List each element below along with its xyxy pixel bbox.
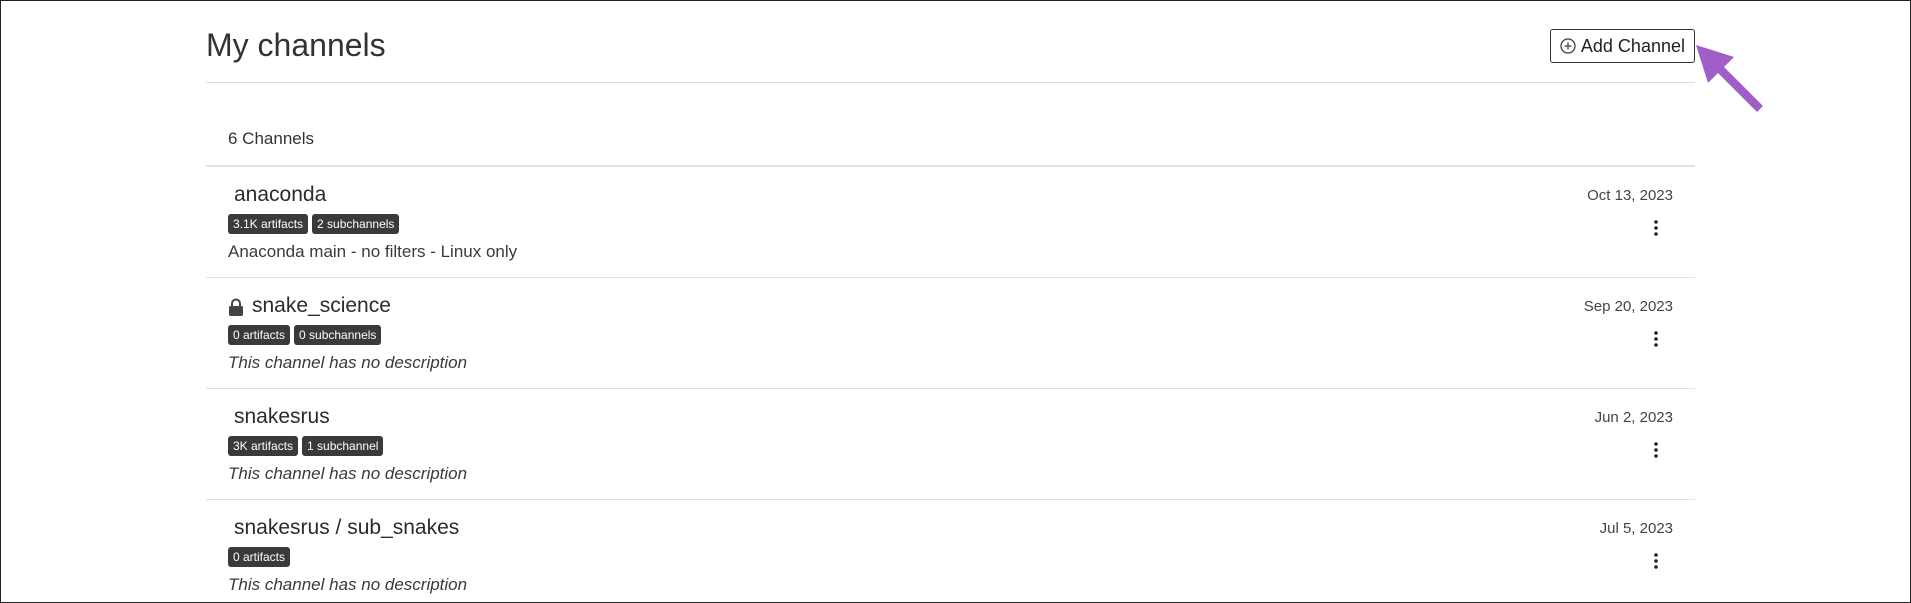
artifacts-badge: 3K artifacts <box>228 436 299 456</box>
channel-badges: 3.1K artifacts 2 subchannels <box>228 214 400 234</box>
annotation-arrow-icon <box>1696 45 1763 112</box>
channel-description: This channel has no description <box>228 353 468 372</box>
channel-date: Jul 5, 2023 <box>1599 520 1673 537</box>
channel-description: This channel has no description <box>228 464 468 483</box>
artifacts-badge: 0 artifacts <box>228 547 291 567</box>
channel-list: anaconda 3.1K artifacts 2 subchannels An… <box>206 167 1695 602</box>
main-content: My channels Add Channel 6 Channels anaco… <box>206 1 1695 602</box>
subchannels-badge: 0 subchannels <box>294 325 382 345</box>
more-options-icon[interactable] <box>1649 551 1663 571</box>
artifacts-badge: 3.1K artifacts <box>228 214 309 234</box>
channel-count-row: 6 Channels <box>206 83 1695 167</box>
page-title: My channels <box>206 27 386 63</box>
app-frame: My channels Add Channel 6 Channels anaco… <box>0 0 1911 603</box>
subchannels-badge: 2 subchannels <box>312 214 400 234</box>
more-options-icon[interactable] <box>1649 329 1663 349</box>
channel-name[interactable]: snake_science <box>228 294 391 318</box>
channel-name[interactable]: anaconda <box>228 183 326 207</box>
channel-count: 6 Channels <box>228 129 315 148</box>
channel-badges: 0 artifacts 0 subchannels <box>228 325 382 345</box>
channel-row[interactable]: snakesrus / sub_snakes 0 artifacts This … <box>206 500 1695 602</box>
plus-circle-icon <box>1560 38 1576 54</box>
add-channel-button[interactable]: Add Channel <box>1549 29 1695 63</box>
more-options-icon[interactable] <box>1649 218 1663 238</box>
lock-icon <box>228 298 244 317</box>
page-header: My channels Add Channel <box>206 1 1695 83</box>
channel-row[interactable]: snakesrus 3K artifacts 1 subchannel This… <box>206 389 1695 500</box>
channel-name-text[interactable]: anaconda <box>228 183 326 207</box>
artifacts-badge: 0 artifacts <box>228 325 291 345</box>
channel-name-text[interactable]: snakesrus <box>228 405 330 429</box>
channel-description: Anaconda main - no filters - Linux only <box>228 242 518 261</box>
channel-date: Sep 20, 2023 <box>1583 298 1673 315</box>
channel-badges: 3K artifacts 1 subchannel <box>228 436 384 456</box>
channel-name-text[interactable]: snakesrus / sub_snakes <box>228 516 459 540</box>
channel-name-text[interactable]: snake_science <box>252 294 391 318</box>
channel-name[interactable]: snakesrus / sub_snakes <box>228 516 459 540</box>
subchannels-badge: 1 subchannel <box>302 436 384 456</box>
channel-badges: 0 artifacts <box>228 547 291 567</box>
channel-date: Oct 13, 2023 <box>1587 187 1673 204</box>
channel-row[interactable]: snake_science 0 artifacts 0 subchannels … <box>206 278 1695 389</box>
channel-date: Jun 2, 2023 <box>1594 409 1673 426</box>
channel-description: This channel has no description <box>228 575 468 594</box>
channel-row[interactable]: anaconda 3.1K artifacts 2 subchannels An… <box>206 167 1695 278</box>
more-options-icon[interactable] <box>1649 440 1663 460</box>
add-channel-label: Add Channel <box>1580 35 1685 56</box>
channel-name[interactable]: snakesrus <box>228 405 330 429</box>
